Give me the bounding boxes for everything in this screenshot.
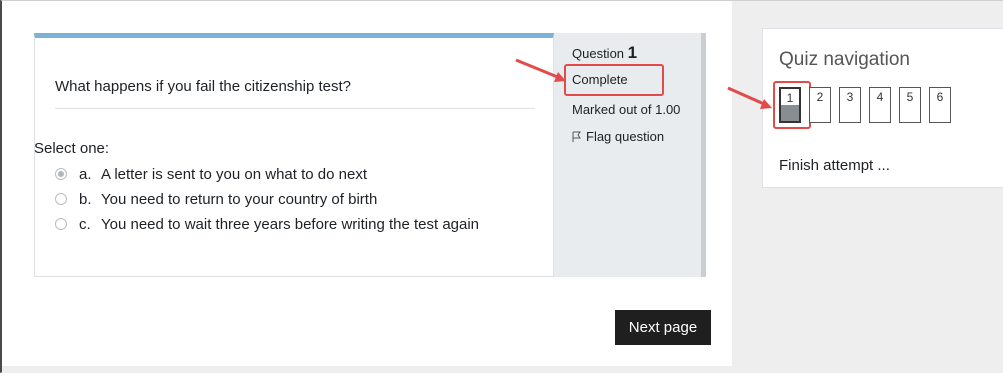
next-page-button[interactable]: Next page xyxy=(615,310,711,345)
quiz-nav-button-1[interactable]: 1 xyxy=(779,87,801,123)
annotation-arrow-icon xyxy=(515,58,566,82)
bottom-strip xyxy=(2,366,1003,373)
answer-option-a[interactable]: a. A letter is sent to you on what to do… xyxy=(55,162,479,187)
question-text: What happens if you fail the citizenship… xyxy=(55,78,352,95)
quiz-nav-button-2[interactable]: 2 xyxy=(809,87,831,123)
question-number: 1 xyxy=(627,43,638,62)
radio-button[interactable] xyxy=(55,218,67,230)
finish-attempt-link[interactable]: Finish attempt ... xyxy=(779,157,890,174)
radio-button[interactable] xyxy=(55,193,67,205)
question-divider xyxy=(55,108,535,109)
flag-question-label: Flag question xyxy=(586,129,665,144)
answer-option-c[interactable]: c. You need to wait three years before w… xyxy=(55,212,479,237)
quiz-nav-button-3[interactable]: 3 xyxy=(839,87,861,123)
annotation-arrow-icon xyxy=(727,86,772,109)
answer-letter: a. xyxy=(79,166,92,183)
flag-question-link[interactable]: Flag question xyxy=(572,129,664,146)
quiz-nav-button-4[interactable]: 4 xyxy=(869,87,891,123)
quiz-nav-button-5[interactable]: 5 xyxy=(899,87,921,123)
answer-list: a. A letter is sent to you on what to do… xyxy=(55,162,479,237)
question-number-line: Question 1 xyxy=(572,43,637,63)
answer-letter: c. xyxy=(79,216,91,233)
question-label: Question xyxy=(572,46,625,61)
answer-option-b[interactable]: b. You need to return to your country of… xyxy=(55,187,479,212)
quiz-nav-button-6[interactable]: 6 xyxy=(929,87,951,123)
state-highlight-box xyxy=(564,64,664,96)
answer-text: A letter is sent to you on what to do ne… xyxy=(101,166,367,183)
quiz-nav-buttons: 1 2 3 4 5 6 xyxy=(779,87,951,123)
answer-text: You need to return to your country of bi… xyxy=(101,191,378,208)
quiz-navigation-title: Quiz navigation xyxy=(779,49,910,70)
flag-icon xyxy=(572,131,582,146)
question-card: What happens if you fail the citizenship… xyxy=(34,33,554,277)
answer-letter: b. xyxy=(79,191,92,208)
answer-text: You need to wait three years before writ… xyxy=(101,216,480,233)
question-grade: Marked out of 1.00 xyxy=(572,102,681,117)
quiz-navigation-block: Quiz navigation 1 2 3 4 5 6 Finish attem… xyxy=(762,28,1003,188)
radio-button[interactable] xyxy=(55,168,67,180)
answer-prompt: Select one: xyxy=(34,140,110,157)
